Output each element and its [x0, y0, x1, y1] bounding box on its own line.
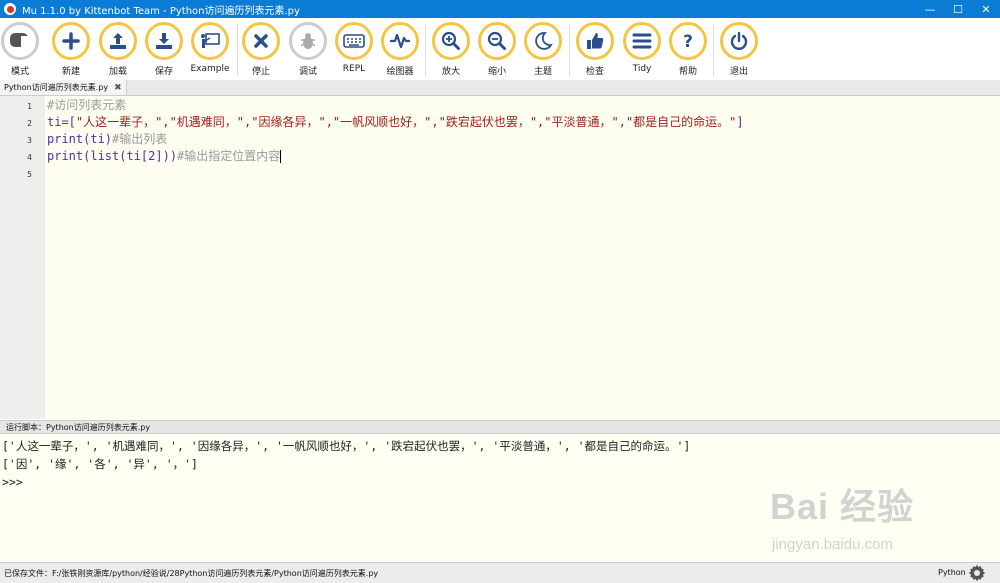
zoom-out-label: 缩小 [487, 67, 506, 77]
code-text: print(ti) [47, 132, 113, 146]
code-line: print(list(ti[2]))#输出指定位置内容 [47, 148, 282, 165]
stop-label: 停止 [251, 67, 270, 77]
window-title: Mu 1.1.0 by Kittenbot Team - Python访问遍历列… [22, 5, 300, 17]
repl-prompt: >>> [2, 475, 23, 489]
code-line: ti=["人这一辈子，","机遇难同，","因缘各异，","一帆风顺也好，","… [47, 114, 744, 131]
help-button[interactable]: ? 帮助 [665, 22, 711, 77]
tidy-button[interactable]: Tidy [619, 22, 665, 74]
repl-button[interactable]: REPL [331, 22, 377, 74]
plus-icon [62, 32, 80, 50]
maximize-button[interactable]: ☐ [944, 3, 972, 16]
quit-label: 退出 [729, 67, 748, 77]
status-message: 已保存文件：F:/张铁刚资源库/python/经验说/28Python访问遍历列… [4, 569, 379, 578]
mode-indicator[interactable]: Python [938, 568, 966, 577]
zoom-in-label: 放大 [441, 67, 460, 77]
line-number: 5 [27, 170, 32, 179]
plotter-button[interactable]: 绘图器 [377, 22, 423, 77]
mode-button[interactable]: 模式 [0, 22, 43, 77]
tidy-label: Tidy [632, 64, 652, 74]
keyboard-icon [343, 34, 365, 48]
example-label: Example [190, 64, 230, 74]
new-label: 新建 [61, 67, 80, 77]
output-line: ['因', '缘', '各', '异', '，'] [2, 457, 198, 471]
stop-button[interactable]: 停止 [238, 22, 284, 77]
runner-title: 运行脚本：Python访问遍历列表元素.py [0, 420, 1000, 434]
pulse-icon [390, 33, 410, 49]
output-line: ['人这一辈子，', '机遇难同，', '因缘各异，', '一帆风顺也好，', … [2, 439, 691, 453]
new-button[interactable]: 新建 [48, 22, 94, 77]
title-bar: Mu 1.1.0 by Kittenbot Team - Python访问遍历列… [0, 0, 1000, 18]
baidu-watermark: Bai 经验 jingyan.baidu.com [770, 478, 970, 553]
text-cursor [280, 150, 282, 163]
mu-logo-icon [4, 3, 16, 15]
zoom-out-button[interactable]: 缩小 [474, 22, 520, 77]
code-line: print(ti)#输出列表 [47, 131, 167, 148]
gear-icon[interactable] [968, 564, 986, 582]
repl-label: REPL [342, 64, 366, 74]
debug-label: 调试 [298, 67, 317, 77]
lines-icon [632, 33, 652, 49]
theme-label: 主题 [533, 67, 552, 77]
theme-button[interactable]: 主题 [520, 22, 566, 77]
code-comment: #输出指定位置内容 [177, 149, 281, 163]
toolbar-divider [425, 24, 426, 76]
download-icon [156, 33, 172, 49]
mode-icon [10, 33, 30, 47]
moon-icon [535, 32, 553, 50]
line-number: 2 [27, 119, 32, 128]
save-button[interactable]: 保存 [141, 22, 187, 77]
question-icon: ? [683, 32, 693, 51]
line-number-gutter: 1 2 3 4 5 [0, 96, 45, 419]
minimize-button[interactable]: — [916, 3, 944, 16]
check-label: 检查 [585, 67, 604, 77]
line-number: 4 [27, 153, 32, 162]
code-string: "人这一辈子，","机遇难同，","因缘各异，","一帆风顺也好，","跌宕起伏… [75, 115, 737, 129]
zoom-out-icon [487, 31, 506, 50]
code-text: ] [736, 115, 744, 129]
zoom-in-button[interactable]: 放大 [428, 22, 474, 77]
bug-icon [301, 33, 315, 49]
tab-label: Python访问遍历列表元素.py [4, 83, 109, 92]
save-label: 保存 [154, 67, 173, 77]
code-editor[interactable]: 1 2 3 4 5 #访问列表元素 ti=["人这一辈子，","机遇难同，","… [0, 96, 1000, 419]
close-window-button[interactable]: ✕ [972, 3, 1000, 16]
help-label: 帮助 [678, 67, 697, 77]
power-icon [730, 31, 748, 50]
code-comment: #输出列表 [112, 132, 168, 146]
editor-tab-bar: Python访问遍历列表元素.py ✖ [0, 80, 1000, 96]
status-bar: 已保存文件：F:/张铁刚资源库/python/经验说/28Python访问遍历列… [0, 562, 1000, 583]
close-icon [254, 34, 268, 48]
svg-text:?: ? [683, 32, 693, 51]
thumbs-up-icon [587, 33, 604, 49]
tab-python-file[interactable]: Python访问遍历列表元素.py ✖ [0, 80, 127, 95]
upload-icon [110, 33, 126, 49]
code-text: ti=[ [47, 115, 76, 129]
watermark-logo: Bai 经验 [770, 486, 915, 527]
line-number: 1 [27, 102, 32, 111]
load-label: 加载 [108, 67, 127, 77]
plotter-label: 绘图器 [386, 67, 414, 77]
code-comment: #访问列表元素 [47, 98, 127, 112]
load-button[interactable]: 加载 [95, 22, 141, 77]
presentation-icon [201, 33, 220, 48]
code-line: #访问列表元素 [47, 97, 126, 114]
code-text: print(list(ti[2])) [47, 149, 178, 163]
toolbar-divider [713, 24, 714, 76]
line-number: 3 [27, 136, 32, 145]
example-button[interactable]: Example [187, 22, 233, 74]
quit-button[interactable]: 退出 [716, 22, 762, 77]
toolbar-divider [569, 24, 570, 76]
tab-close-icon[interactable]: ✖ [114, 83, 122, 93]
zoom-in-icon [441, 31, 460, 50]
debug-button[interactable]: 调试 [285, 22, 331, 77]
mode-label: 模式 [10, 67, 29, 77]
watermark-url: jingyan.baidu.com [772, 536, 893, 553]
check-button[interactable]: 检查 [572, 22, 618, 77]
toolbar: 模式 新建 加载 保存 Example 停止 调试 REPL 绘图器 放大 缩小 [0, 18, 1000, 81]
